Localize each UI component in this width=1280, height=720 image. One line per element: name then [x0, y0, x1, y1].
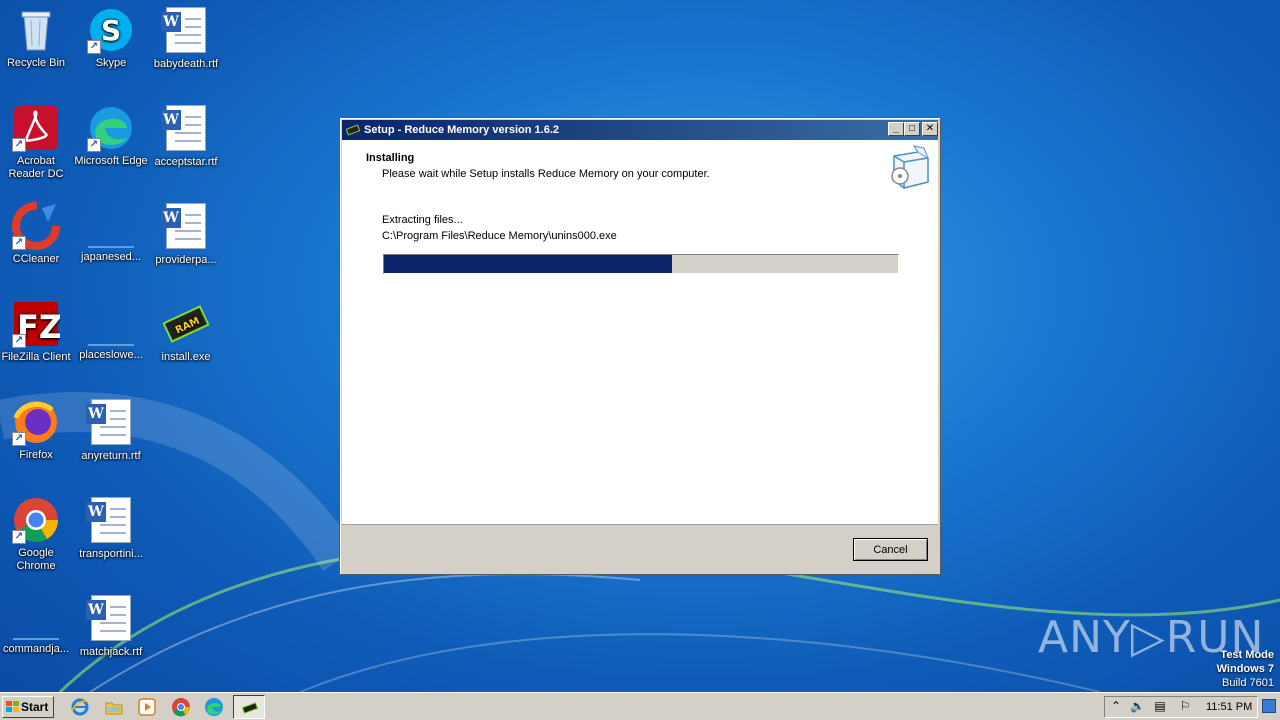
desktop-icon-label: Firefox: [19, 449, 53, 461]
page-subtitle: Please wait while Setup installs Reduce …: [382, 168, 710, 180]
setup-titlebar[interactable]: Setup - Reduce Memory version 1.6.2 _ □ …: [342, 120, 938, 140]
word-document-icon: W: [161, 105, 206, 151]
desktop-icon-commandja[interactable]: commandja...: [0, 594, 74, 656]
page-title: Installing: [366, 152, 415, 164]
shortcut-arrow-icon: ↗: [12, 432, 26, 446]
status-text: Extracting files...: [382, 214, 463, 226]
tray-expand-icon[interactable]: ⌃: [1109, 699, 1123, 713]
start-label: Start: [21, 700, 49, 714]
svg-text:S: S: [101, 14, 121, 47]
desktop-icon-label: providerpa...: [155, 254, 217, 266]
edge-icon[interactable]: [204, 697, 224, 717]
desktop-icon-label: transportini...: [79, 548, 143, 560]
desktop-icon-install-exe[interactable]: RAM install.exe: [148, 300, 224, 364]
shortcut-arrow-icon: ↗: [87, 40, 101, 54]
desktop-icon-edge[interactable]: ↗ Microsoft Edge: [73, 104, 149, 168]
desktop-icon-providerpa[interactable]: W providerpa...: [148, 202, 224, 267]
progress-fill: [384, 255, 672, 273]
install-progress-bar: [383, 254, 899, 274]
desktop-icon-recycle-bin[interactable]: Recycle Bin: [0, 6, 74, 70]
test-mode-label: Test Mode: [1220, 649, 1274, 661]
word-document-icon: W: [86, 497, 131, 543]
internet-explorer-icon[interactable]: [70, 697, 90, 717]
close-button[interactable]: ✕: [922, 122, 938, 136]
desktop-icon-label: install.exe: [161, 351, 211, 363]
show-desktop-button[interactable]: [1262, 699, 1276, 713]
setup-title: Setup - Reduce Memory version 1.6.2: [364, 124, 560, 136]
desktop-icon-japanesed[interactable]: japanesed...: [73, 202, 149, 264]
desktop-icon-label: CCleaner: [12, 253, 60, 265]
windows-flag-icon: [6, 701, 19, 712]
desktop-icon-label: Skype: [95, 57, 127, 69]
shortcut-arrow-icon: ↗: [12, 530, 26, 544]
os-label: Windows 7: [1216, 663, 1274, 675]
ram-chip-icon: RAM: [162, 305, 210, 343]
chrome-icon[interactable]: [171, 697, 191, 717]
desktop-icon-anyreturn[interactable]: W anyreturn.rtf: [73, 398, 149, 463]
word-document-icon: W: [86, 595, 131, 641]
desktop-icon-firefox[interactable]: ↗ Firefox: [0, 398, 74, 462]
desktop-icon-acrobat[interactable]: ↗ Acrobat Reader DC: [0, 104, 74, 181]
word-document-icon: W: [161, 7, 206, 53]
setup-window: Setup - Reduce Memory version 1.6.2 _ □ …: [339, 117, 941, 575]
current-file-path: C:\Program Files\Reduce Memory\unins000.…: [382, 230, 617, 242]
setup-box-icon: [891, 145, 929, 189]
desktop-icon-chrome[interactable]: ↗ Google Chrome: [0, 496, 74, 573]
explorer-folder-icon[interactable]: [104, 697, 124, 717]
desktop-icon-label: Recycle Bin: [6, 57, 66, 69]
desktop-icon-label: acceptstar.rtf: [154, 156, 218, 168]
desktop-icon-skype[interactable]: S ↗ Skype: [73, 6, 149, 70]
word-document-icon: W: [161, 203, 206, 249]
desktop-icon-babydeath[interactable]: W babydeath.rtf: [148, 6, 224, 71]
action-center-flag-icon[interactable]: ⚐: [1178, 699, 1192, 713]
desktop-icon-label: japanesed...: [81, 251, 141, 263]
desktop-icon-label: anyreturn.rtf: [81, 450, 141, 462]
taskbar-setup-button[interactable]: [233, 695, 265, 719]
setup-content: Installing Please wait while Setup insta…: [342, 140, 938, 525]
desktop-icon-placeslowe[interactable]: placeslowe...: [73, 300, 149, 362]
ram-chip-icon: [346, 124, 360, 136]
shortcut-arrow-icon: ↗: [12, 236, 26, 250]
shortcut-arrow-icon: ↗: [12, 138, 26, 152]
desktop-icon-label: babydeath.rtf: [153, 58, 219, 70]
desktop-icon-label: Google Chrome: [16, 547, 56, 572]
ram-chip-icon: [241, 702, 259, 714]
media-player-icon[interactable]: [137, 697, 157, 717]
blank-file-icon: [13, 618, 59, 640]
start-button[interactable]: Start: [2, 696, 54, 718]
desktop-icon-ccleaner[interactable]: ↗ CCleaner: [0, 202, 74, 266]
desktop-icon-label: matchjack.rtf: [79, 646, 143, 658]
shortcut-arrow-icon: ↗: [12, 334, 26, 348]
clock[interactable]: 11:51 PM: [1206, 701, 1252, 713]
minimize-button[interactable]: _: [888, 122, 904, 136]
desktop-icon-label: Acrobat Reader DC: [8, 155, 64, 180]
desktop-icon-label: Microsoft Edge: [74, 155, 148, 167]
desktop-icon-label: FileZilla Client: [1, 351, 71, 363]
blank-file-icon: [88, 324, 134, 346]
taskbar: Start ⌃ 🔈 ▤ ⚐ 11:51 PM: [0, 692, 1280, 720]
network-icon[interactable]: ▤: [1153, 699, 1167, 713]
desktop-icon-acceptstar[interactable]: W acceptstar.rtf: [148, 104, 224, 169]
desktop-icon-matchjack[interactable]: W matchjack.rtf: [73, 594, 149, 659]
cancel-button[interactable]: Cancel: [853, 538, 928, 561]
desktop-icon-filezilla[interactable]: FZ ↗ FileZilla Client: [0, 300, 74, 364]
desktop-icon-transportini[interactable]: W transportini...: [73, 496, 149, 561]
shortcut-arrow-icon: ↗: [87, 138, 101, 152]
test-mode-notice: Test Mode Windows 7 Build 7601: [1217, 648, 1274, 690]
build-label: Build 7601: [1222, 677, 1274, 689]
word-document-icon: W: [86, 399, 131, 445]
desktop-icon-label: placeslowe...: [79, 349, 143, 361]
maximize-button[interactable]: □: [904, 122, 920, 136]
desktop-icon-label: commandja...: [2, 643, 70, 655]
recycle-bin-icon: [21, 11, 51, 51]
volume-icon[interactable]: 🔈: [1130, 699, 1145, 713]
blank-file-icon: [88, 226, 134, 248]
